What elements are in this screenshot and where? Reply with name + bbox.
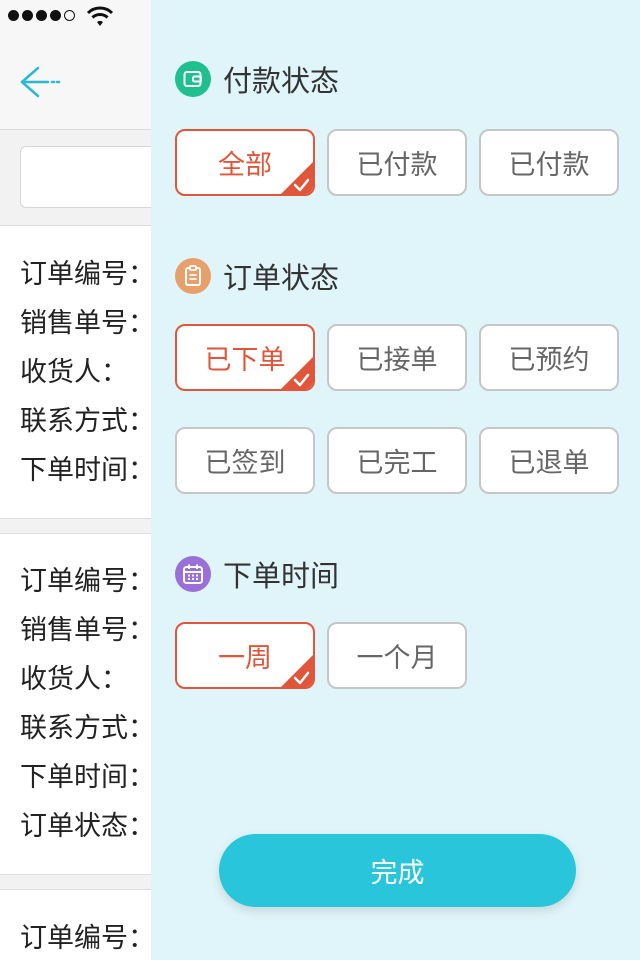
- option-label: 已下单: [204, 345, 286, 376]
- done-button[interactable]: 完成: [219, 834, 576, 907]
- check-corner-icon: [281, 655, 313, 687]
- section-label: 下单时间: [223, 559, 340, 593]
- option-label: 已签到: [204, 448, 286, 479]
- order-number-label: 订单编号：: [20, 566, 152, 597]
- payment-status-title: 付款状态: [175, 58, 339, 100]
- sales-number-label: 销售单号：: [20, 615, 152, 646]
- option-label: 已完工: [356, 448, 438, 479]
- order-time-label: 下单时间：: [20, 762, 152, 793]
- sales-number-label: 销售单号：: [20, 308, 152, 339]
- card-divider: [0, 874, 152, 890]
- option-label: 已退单: [508, 448, 590, 479]
- payment-option-all[interactable]: 全部: [175, 129, 315, 196]
- time-option-week[interactable]: 一周: [175, 622, 315, 689]
- contact-label: 联系方式：: [20, 713, 152, 744]
- consignee-label: 收货人：: [20, 357, 128, 388]
- search-input[interactable]: [20, 146, 152, 208]
- check-corner-icon: [281, 162, 313, 194]
- order-time-label: 下单时间：: [20, 455, 152, 486]
- order-status-title: 订单状态: [175, 255, 339, 297]
- payment-option-paid-2[interactable]: 已付款: [479, 129, 619, 196]
- payment-option-paid[interactable]: 已付款: [327, 129, 467, 196]
- option-label: 已预约: [508, 345, 590, 376]
- order-option-accepted[interactable]: 已接单: [327, 324, 467, 391]
- consignee-label: 收货人：: [20, 664, 128, 695]
- contact-label: 联系方式：: [20, 406, 152, 437]
- order-status-label: 订单状态：: [20, 811, 152, 842]
- order-number-label: 订单编号：: [20, 923, 152, 954]
- option-label: 已接单: [356, 345, 438, 376]
- option-label: 一个月: [356, 643, 438, 674]
- back-arrow-icon[interactable]: [18, 64, 62, 100]
- order-option-signed-in[interactable]: 已签到: [175, 427, 315, 494]
- option-label: 已付款: [508, 150, 590, 181]
- option-label: 全部: [218, 150, 272, 181]
- search-area: [0, 130, 152, 226]
- filter-drawer: 付款状态 全部 已付款 已付款 订单状态 已下单 已接单 已预约 已签到 已完工…: [151, 0, 640, 960]
- order-card[interactable]: 订单编号：: [0, 914, 152, 960]
- order-card[interactable]: 订单编号： 销售单号： 收货人： 联系方式： 下单时间： 订单状态：: [0, 557, 152, 851]
- clipboard-icon: [175, 258, 211, 294]
- order-option-placed[interactable]: 已下单: [175, 324, 315, 391]
- wifi-icon: [86, 6, 114, 26]
- order-card[interactable]: 订单编号： 销售单号： 收货人： 联系方式： 下单时间：: [0, 250, 152, 495]
- calendar-icon: [175, 556, 211, 592]
- section-label: 付款状态: [223, 64, 340, 98]
- order-option-booked[interactable]: 已预约: [479, 324, 619, 391]
- cellular-signal-icon: [8, 10, 75, 21]
- order-list-page: 订单编号： 销售单号： 收货人： 联系方式： 下单时间： 订单编号： 销售单号：…: [0, 0, 152, 960]
- order-option-completed[interactable]: 已完工: [327, 427, 467, 494]
- option-label: 已付款: [356, 150, 438, 181]
- order-time-title: 下单时间: [175, 553, 339, 595]
- wallet-icon: [175, 61, 211, 97]
- check-corner-icon: [281, 357, 313, 389]
- status-bar: [0, 0, 152, 32]
- time-option-month[interactable]: 一个月: [327, 622, 467, 689]
- order-option-cancelled[interactable]: 已退单: [479, 427, 619, 494]
- section-label: 订单状态: [223, 261, 340, 295]
- order-number-label: 订单编号：: [20, 259, 152, 290]
- card-divider: [0, 518, 152, 534]
- option-label: 一周: [218, 643, 272, 674]
